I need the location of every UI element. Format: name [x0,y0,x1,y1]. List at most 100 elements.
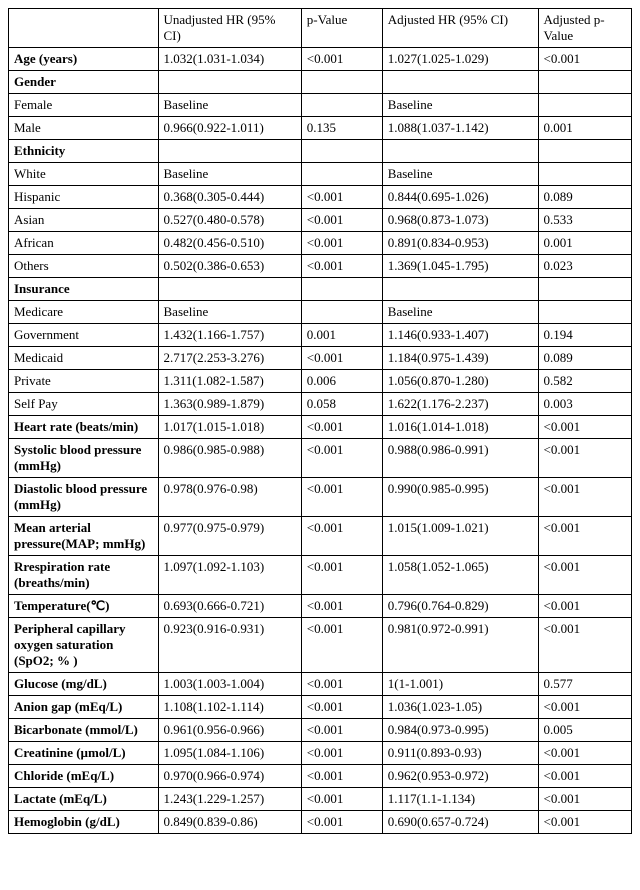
table-row: Lactate (mEq/L)1.243(1.229-1.257)<0.0011… [9,788,632,811]
col-header-variable [9,9,159,48]
cell-p-value: <0.001 [301,696,382,719]
cell-unadjusted-hr: 0.527(0.480-0.578) [158,209,301,232]
cell-adjusted-p-value: 0.582 [538,370,631,393]
table-row: Glucose (mg/dL)1.003(1.003-1.004)<0.0011… [9,673,632,696]
cell-variable: Creatinine (µmol/L) [9,742,159,765]
cell-adjusted-p-value: <0.001 [538,478,631,517]
cell-variable: Self Pay [9,393,159,416]
cell-p-value: <0.001 [301,788,382,811]
cell-p-value: <0.001 [301,811,382,834]
cell-adjusted-p-value [538,140,631,163]
cell-p-value [301,163,382,186]
cell-variable: Government [9,324,159,347]
table-row: MedicareBaselineBaseline [9,301,632,324]
cell-variable: Medicaid [9,347,159,370]
cell-variable: Glucose (mg/dL) [9,673,159,696]
cell-unadjusted-hr: 0.502(0.386-0.653) [158,255,301,278]
cell-adjusted-p-value: 0.089 [538,186,631,209]
cell-adjusted-hr: Baseline [382,163,538,186]
cell-unadjusted-hr: 2.717(2.253-3.276) [158,347,301,370]
cell-adjusted-p-value: <0.001 [538,696,631,719]
table-row: Bicarbonate (mmol/L)0.961(0.956-0.966)<0… [9,719,632,742]
table-row: Temperature(℃)0.693(0.666-0.721)<0.0010.… [9,595,632,618]
cell-p-value: <0.001 [301,618,382,673]
cell-p-value: <0.001 [301,255,382,278]
cell-adjusted-p-value [538,278,631,301]
cell-unadjusted-hr: 1.095(1.084-1.106) [158,742,301,765]
cell-adjusted-hr: Baseline [382,94,538,117]
cell-p-value: <0.001 [301,673,382,696]
cell-adjusted-p-value: <0.001 [538,811,631,834]
cell-adjusted-p-value: 0.001 [538,232,631,255]
table-row: Chloride (mEq/L)0.970(0.966-0.974)<0.001… [9,765,632,788]
cell-p-value: <0.001 [301,48,382,71]
cell-adjusted-p-value [538,301,631,324]
cell-unadjusted-hr: 1.017(1.015-1.018) [158,416,301,439]
cell-unadjusted-hr: 0.970(0.966-0.974) [158,765,301,788]
cell-unadjusted-hr: 0.978(0.976-0.98) [158,478,301,517]
cell-p-value: <0.001 [301,765,382,788]
col-header-adjusted-p-value: Adjusted p-Value [538,9,631,48]
table-row: Government1.432(1.166-1.757)0.0011.146(0… [9,324,632,347]
cell-variable: Lactate (mEq/L) [9,788,159,811]
cell-adjusted-hr: Baseline [382,301,538,324]
cell-unadjusted-hr: 0.966(0.922-1.011) [158,117,301,140]
cell-adjusted-hr [382,140,538,163]
cell-adjusted-p-value: 0.577 [538,673,631,696]
cell-variable: Female [9,94,159,117]
cell-adjusted-hr: 0.988(0.986-0.991) [382,439,538,478]
cell-variable: Hemoglobin (g/dL) [9,811,159,834]
table-row: Mean arterial pressure(MAP; mmHg)0.977(0… [9,517,632,556]
cell-adjusted-hr: 0.844(0.695-1.026) [382,186,538,209]
cell-adjusted-p-value: <0.001 [538,439,631,478]
cell-adjusted-hr: 0.962(0.953-0.972) [382,765,538,788]
cell-variable: Heart rate (beats/min) [9,416,159,439]
cell-adjusted-hr: 1.146(0.933-1.407) [382,324,538,347]
cell-adjusted-hr: 0.911(0.893-0.93) [382,742,538,765]
cell-unadjusted-hr: 0.986(0.985-0.988) [158,439,301,478]
table-row: Anion gap (mEq/L)1.108(1.102-1.114)<0.00… [9,696,632,719]
cell-unadjusted-hr: 0.368(0.305-0.444) [158,186,301,209]
cell-unadjusted-hr: 1.363(0.989-1.879) [158,393,301,416]
cell-variable: White [9,163,159,186]
cell-adjusted-hr: 0.981(0.972-0.991) [382,618,538,673]
cell-adjusted-hr: 0.796(0.764-0.829) [382,595,538,618]
cell-p-value: <0.001 [301,556,382,595]
cell-adjusted-p-value: 0.005 [538,719,631,742]
cell-p-value: 0.001 [301,324,382,347]
cell-p-value [301,71,382,94]
table-row: Rrespiration rate (breaths/min)1.097(1.0… [9,556,632,595]
cell-adjusted-p-value: <0.001 [538,595,631,618]
cell-unadjusted-hr: 1.032(1.031-1.034) [158,48,301,71]
cell-p-value: <0.001 [301,595,382,618]
table-row: Heart rate (beats/min)1.017(1.015-1.018)… [9,416,632,439]
table-row: Others0.502(0.386-0.653)<0.0011.369(1.04… [9,255,632,278]
cell-adjusted-p-value: <0.001 [538,416,631,439]
table-row: Creatinine (µmol/L)1.095(1.084-1.106)<0.… [9,742,632,765]
table-row: WhiteBaselineBaseline [9,163,632,186]
cell-adjusted-hr: 0.690(0.657-0.724) [382,811,538,834]
cell-variable: Private [9,370,159,393]
table-row: Ethnicity [9,140,632,163]
cell-adjusted-p-value [538,94,631,117]
cell-adjusted-hr: 0.990(0.985-0.995) [382,478,538,517]
cell-unadjusted-hr: 0.693(0.666-0.721) [158,595,301,618]
table-row: Hispanic0.368(0.305-0.444)<0.0010.844(0.… [9,186,632,209]
cell-adjusted-hr: 1.056(0.870-1.280) [382,370,538,393]
cell-unadjusted-hr: 1.311(1.082-1.587) [158,370,301,393]
col-header-p-value: p-Value [301,9,382,48]
cell-adjusted-hr: 1.027(1.025-1.029) [382,48,538,71]
table-row: Insurance [9,278,632,301]
cell-unadjusted-hr: 1.108(1.102-1.114) [158,696,301,719]
cell-unadjusted-hr: 1.097(1.092-1.103) [158,556,301,595]
cell-adjusted-hr: 1.036(1.023-1.05) [382,696,538,719]
cell-variable: Male [9,117,159,140]
cell-variable: Age (years) [9,48,159,71]
cell-p-value: <0.001 [301,478,382,517]
cell-variable: Peripheral capillary oxygen saturation (… [9,618,159,673]
cell-p-value: <0.001 [301,742,382,765]
cell-unadjusted-hr: 0.482(0.456-0.510) [158,232,301,255]
cell-adjusted-p-value: 0.533 [538,209,631,232]
cell-adjusted-hr: 0.968(0.873-1.073) [382,209,538,232]
cell-unadjusted-hr [158,140,301,163]
